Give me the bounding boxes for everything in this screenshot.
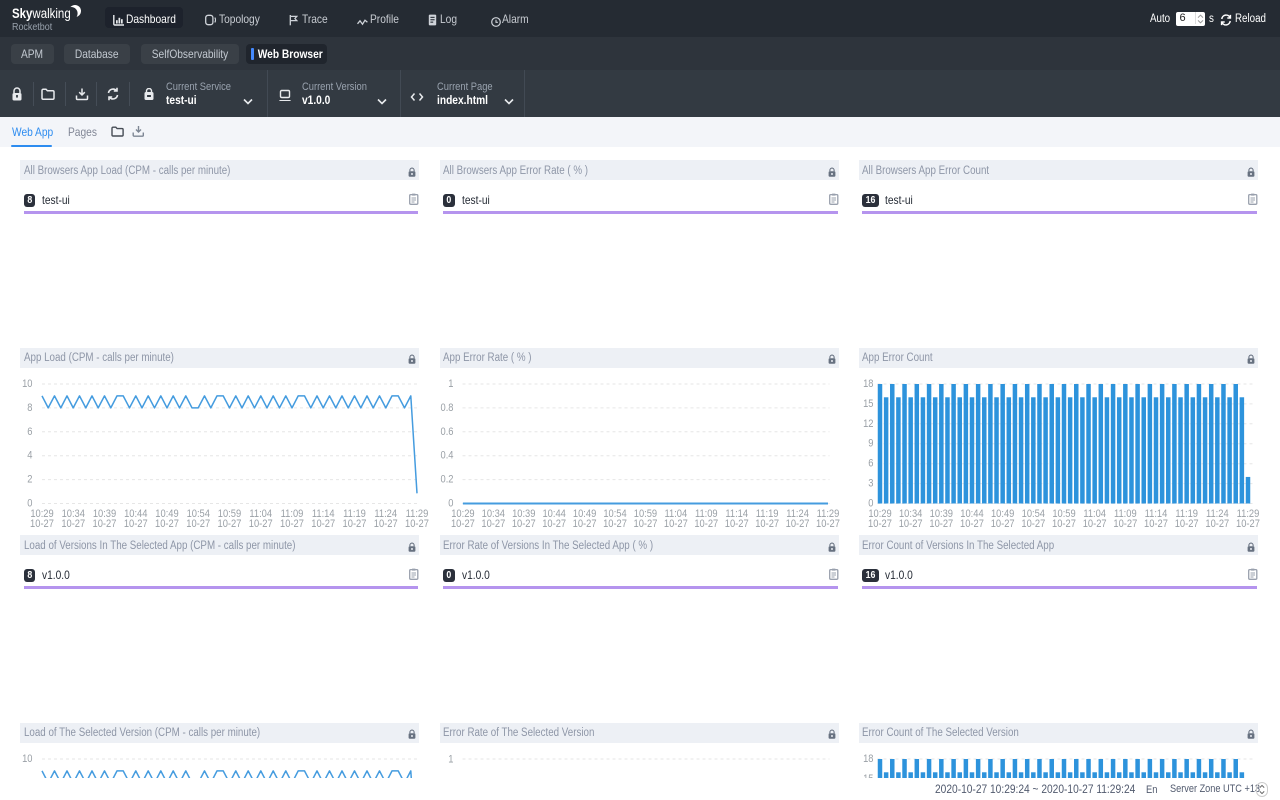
svg-text:12: 12 [863, 418, 874, 430]
svg-text:10-27: 10-27 [572, 518, 596, 530]
svg-text:10-27: 10-27 [374, 518, 398, 530]
svg-text:0.2: 0.2 [440, 474, 453, 486]
svg-text:2: 2 [27, 474, 32, 486]
svg-text:10-27: 10-27 [1052, 518, 1076, 530]
svg-text:10-27: 10-27 [694, 518, 718, 530]
svg-text:10-27: 10-27 [898, 518, 922, 530]
svg-text:10-27: 10-27 [218, 518, 242, 530]
svg-text:10-27: 10-27 [249, 518, 273, 530]
svg-text:10-27: 10-27 [511, 518, 535, 530]
svg-text:10-27: 10-27 [1205, 518, 1229, 530]
svg-text:6: 6 [868, 458, 873, 470]
svg-text:3: 3 [868, 478, 873, 490]
svg-text:18: 18 [863, 753, 874, 765]
svg-text:10-27: 10-27 [1174, 518, 1198, 530]
svg-text:10-27: 10-27 [93, 518, 117, 530]
svg-text:10-27: 10-27 [1236, 518, 1260, 530]
svg-text:10-27: 10-27 [311, 518, 335, 530]
svg-text:10-27: 10-27 [990, 518, 1014, 530]
svg-text:10-27: 10-27 [124, 518, 148, 530]
svg-text:8: 8 [27, 402, 32, 414]
svg-text:10-27: 10-27 [785, 518, 809, 530]
svg-text:10: 10 [22, 753, 33, 765]
svg-text:10-27: 10-27 [724, 518, 748, 530]
svg-text:9: 9 [868, 438, 873, 450]
svg-text:10-27: 10-27 [280, 518, 304, 530]
svg-text:10-27: 10-27 [1021, 518, 1045, 530]
svg-text:10-27: 10-27 [542, 518, 566, 530]
svg-text:10-27: 10-27 [960, 518, 984, 530]
svg-text:10-27: 10-27 [603, 518, 627, 530]
svg-text:10-27: 10-27 [868, 518, 892, 530]
svg-text:0.6: 0.6 [440, 426, 453, 438]
svg-text:6: 6 [27, 426, 32, 438]
svg-text:0.8: 0.8 [440, 402, 453, 414]
svg-text:10-27: 10-27 [450, 518, 474, 530]
svg-text:1: 1 [448, 754, 453, 766]
svg-text:10-27: 10-27 [1144, 518, 1168, 530]
svg-text:10-27: 10-27 [343, 518, 367, 530]
svg-text:10-27: 10-27 [61, 518, 85, 530]
svg-text:10-27: 10-27 [30, 518, 54, 530]
svg-text:1: 1 [448, 378, 453, 390]
svg-text:10-27: 10-27 [929, 518, 953, 530]
svg-text:15: 15 [863, 398, 874, 410]
svg-text:10-27: 10-27 [663, 518, 687, 530]
svg-text:10-27: 10-27 [405, 518, 429, 530]
svg-text:4: 4 [27, 450, 32, 462]
svg-text:10-27: 10-27 [186, 518, 210, 530]
svg-text:10-27: 10-27 [155, 518, 179, 530]
svg-text:18: 18 [863, 378, 874, 390]
svg-text:10-27: 10-27 [755, 518, 779, 530]
svg-text:10-27: 10-27 [816, 518, 840, 530]
svg-text:10-27: 10-27 [481, 518, 505, 530]
svg-text:10-27: 10-27 [1113, 518, 1137, 530]
svg-text:10-27: 10-27 [1082, 518, 1106, 530]
svg-text:10-27: 10-27 [633, 518, 657, 530]
svg-text:10: 10 [22, 378, 33, 390]
svg-text:0.4: 0.4 [440, 450, 453, 462]
